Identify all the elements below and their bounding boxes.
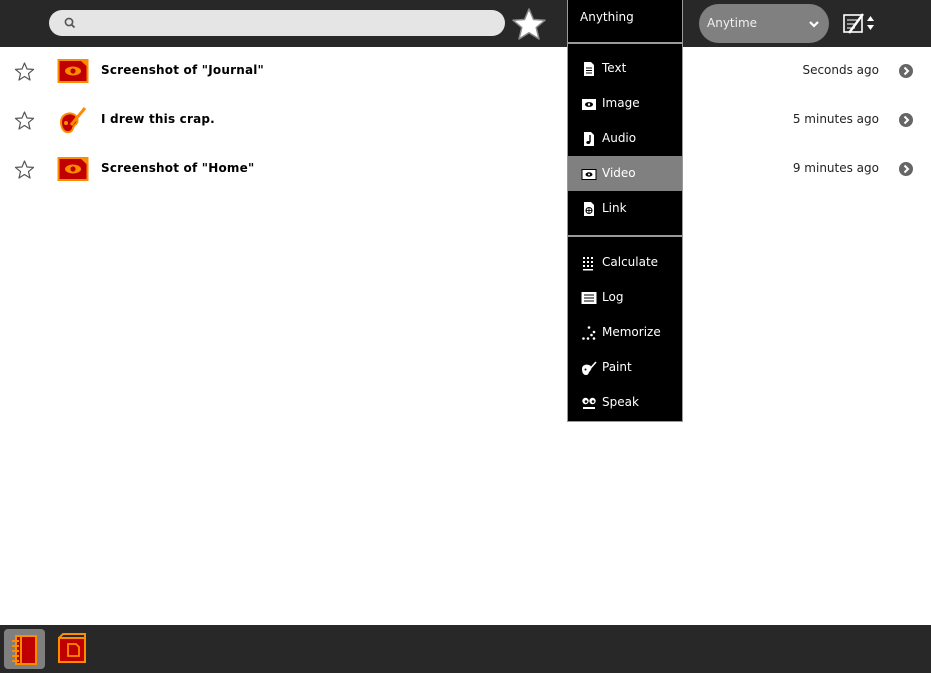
time-filter-select[interactable]: Anytime	[699, 4, 829, 43]
favorite-star-icon[interactable]	[14, 159, 35, 180]
audio-icon	[584, 132, 594, 146]
menu-item-link[interactable]: Link	[568, 191, 682, 226]
image-icon	[582, 99, 596, 110]
bottom-toolbar	[0, 625, 931, 673]
speak-icon	[582, 397, 596, 409]
calculate-icon	[583, 257, 593, 271]
paint-activity-icon[interactable]	[57, 105, 89, 135]
search-input[interactable]	[85, 13, 489, 35]
menu-item-text[interactable]: Text	[568, 51, 682, 86]
time-filter-label: Anytime	[707, 16, 758, 30]
video-icon	[581, 169, 597, 180]
menu-item-label: Text	[602, 61, 627, 75]
text-doc-icon	[584, 62, 594, 76]
journal-toolbar: Anytime	[0, 0, 931, 47]
log-icon	[581, 292, 597, 304]
journal-entry-row[interactable]: I drew this crap. 5 minutes ago	[0, 96, 931, 144]
favorite-star-icon[interactable]	[14, 61, 35, 82]
menu-item-label: Video	[602, 166, 636, 180]
entry-time: 9 minutes ago	[792, 161, 879, 175]
menu-item-label: Paint	[602, 360, 632, 374]
menu-item-audio[interactable]: Audio	[568, 121, 682, 156]
paint-icon	[582, 361, 597, 375]
journal-icon	[12, 635, 37, 665]
memorize-icon	[582, 326, 596, 340]
journal-entry-row[interactable]: Screenshot of "Journal" Seconds ago	[0, 47, 931, 95]
menu-item-calculate[interactable]: Calculate	[568, 245, 682, 280]
link-icon	[584, 202, 594, 216]
entry-time: Seconds ago	[802, 63, 879, 77]
menu-item-label: Speak	[602, 395, 639, 409]
menu-item-label: Memorize	[602, 325, 661, 339]
menu-header-label: Anything	[580, 10, 634, 24]
menu-divider	[568, 42, 682, 44]
resume-arrow-icon[interactable]	[898, 161, 914, 177]
menu-item-memorize[interactable]: Memorize	[568, 315, 682, 350]
chevron-down-icon	[809, 21, 819, 28]
menu-item-label: Image	[602, 96, 640, 110]
journal-entry-row[interactable]: Screenshot of "Home" 9 minutes ago	[0, 145, 931, 193]
menu-item-label: Log	[602, 290, 624, 304]
sort-options-icon[interactable]	[840, 9, 878, 39]
favorites-filter-star-icon[interactable]	[510, 6, 548, 42]
menu-item-paint[interactable]: Paint	[568, 350, 682, 385]
search-icon	[64, 17, 76, 29]
documents-folder-icon[interactable]	[55, 630, 91, 666]
entry-title[interactable]: I drew this crap.	[101, 112, 215, 126]
entry-title[interactable]: Screenshot of "Journal"	[101, 63, 264, 77]
menu-divider	[568, 235, 682, 237]
type-filter-menu: Anything Text Image Audio Video Link Cal…	[567, 0, 683, 422]
screenshot-icon[interactable]	[57, 56, 89, 86]
menu-item-video[interactable]: Video	[568, 156, 682, 191]
menu-item-label: Audio	[602, 131, 637, 145]
entry-time: 5 minutes ago	[792, 112, 879, 126]
search-box[interactable]	[49, 10, 505, 36]
menu-item-image[interactable]: Image	[568, 86, 682, 121]
menu-item-speak[interactable]: Speak	[568, 385, 682, 420]
menu-item-label: Link	[602, 201, 627, 215]
resume-arrow-icon[interactable]	[898, 63, 914, 79]
menu-item-label: Calculate	[602, 255, 659, 269]
menu-item-anything[interactable]: Anything	[568, 0, 682, 42]
resume-arrow-icon[interactable]	[898, 112, 914, 128]
screenshot-icon[interactable]	[57, 154, 89, 184]
entry-title[interactable]: Screenshot of "Home"	[101, 161, 254, 175]
journal-view-button[interactable]	[4, 629, 45, 669]
menu-item-log[interactable]: Log	[568, 280, 682, 315]
favorite-star-icon[interactable]	[14, 110, 35, 131]
